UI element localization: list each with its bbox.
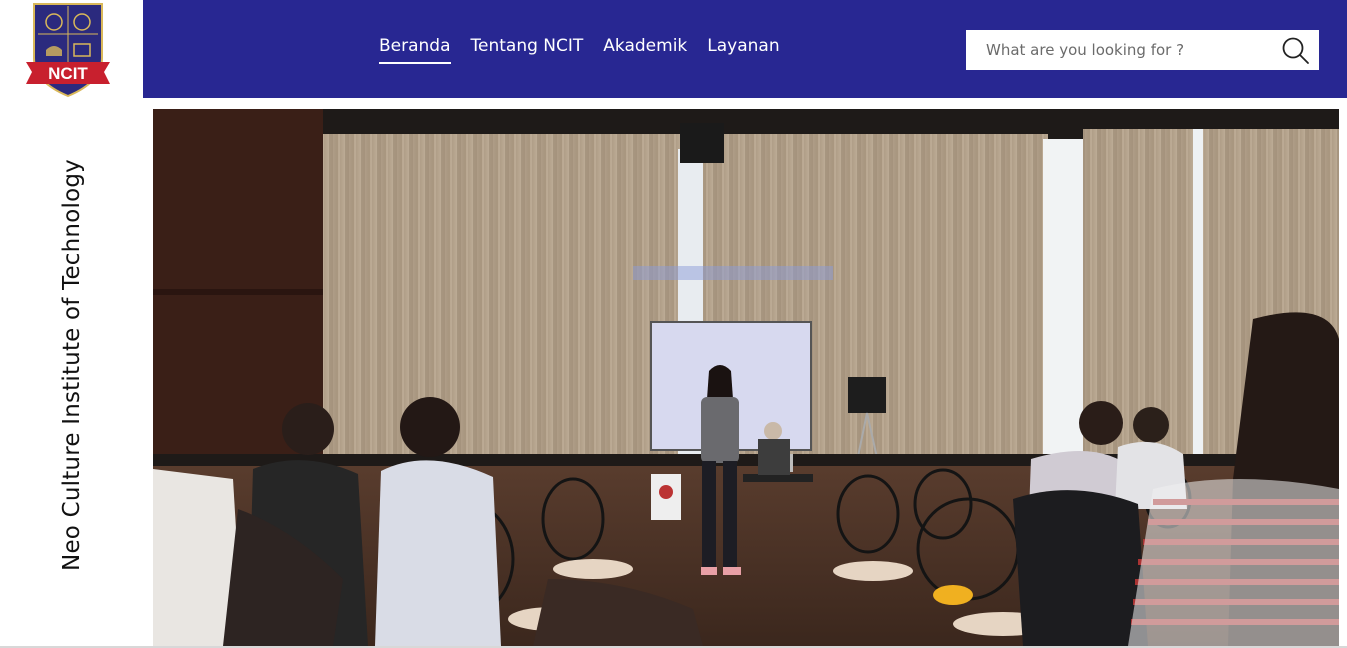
search-icon[interactable] bbox=[1279, 34, 1313, 66]
nav-item-layanan[interactable]: Layanan bbox=[707, 36, 779, 64]
top-header: Beranda Tentang NCIT Akademik Layanan bbox=[143, 0, 1347, 98]
sidebar: NCIT Neo Culture Institute of Technology bbox=[0, 0, 143, 648]
hero-image bbox=[153, 109, 1339, 646]
search-input[interactable] bbox=[966, 30, 1266, 70]
vertical-site-title: Neo Culture Institute of Technology bbox=[59, 159, 85, 571]
search-box bbox=[966, 30, 1319, 70]
nav-item-beranda[interactable]: Beranda bbox=[379, 36, 451, 64]
main-nav: Beranda Tentang NCIT Akademik Layanan bbox=[379, 36, 780, 64]
nav-item-tentang-ncit[interactable]: Tentang NCIT bbox=[471, 36, 584, 64]
logo-text: NCIT bbox=[48, 64, 88, 83]
nav-item-akademik[interactable]: Akademik bbox=[603, 36, 687, 64]
ncit-logo[interactable]: NCIT bbox=[24, 0, 112, 98]
